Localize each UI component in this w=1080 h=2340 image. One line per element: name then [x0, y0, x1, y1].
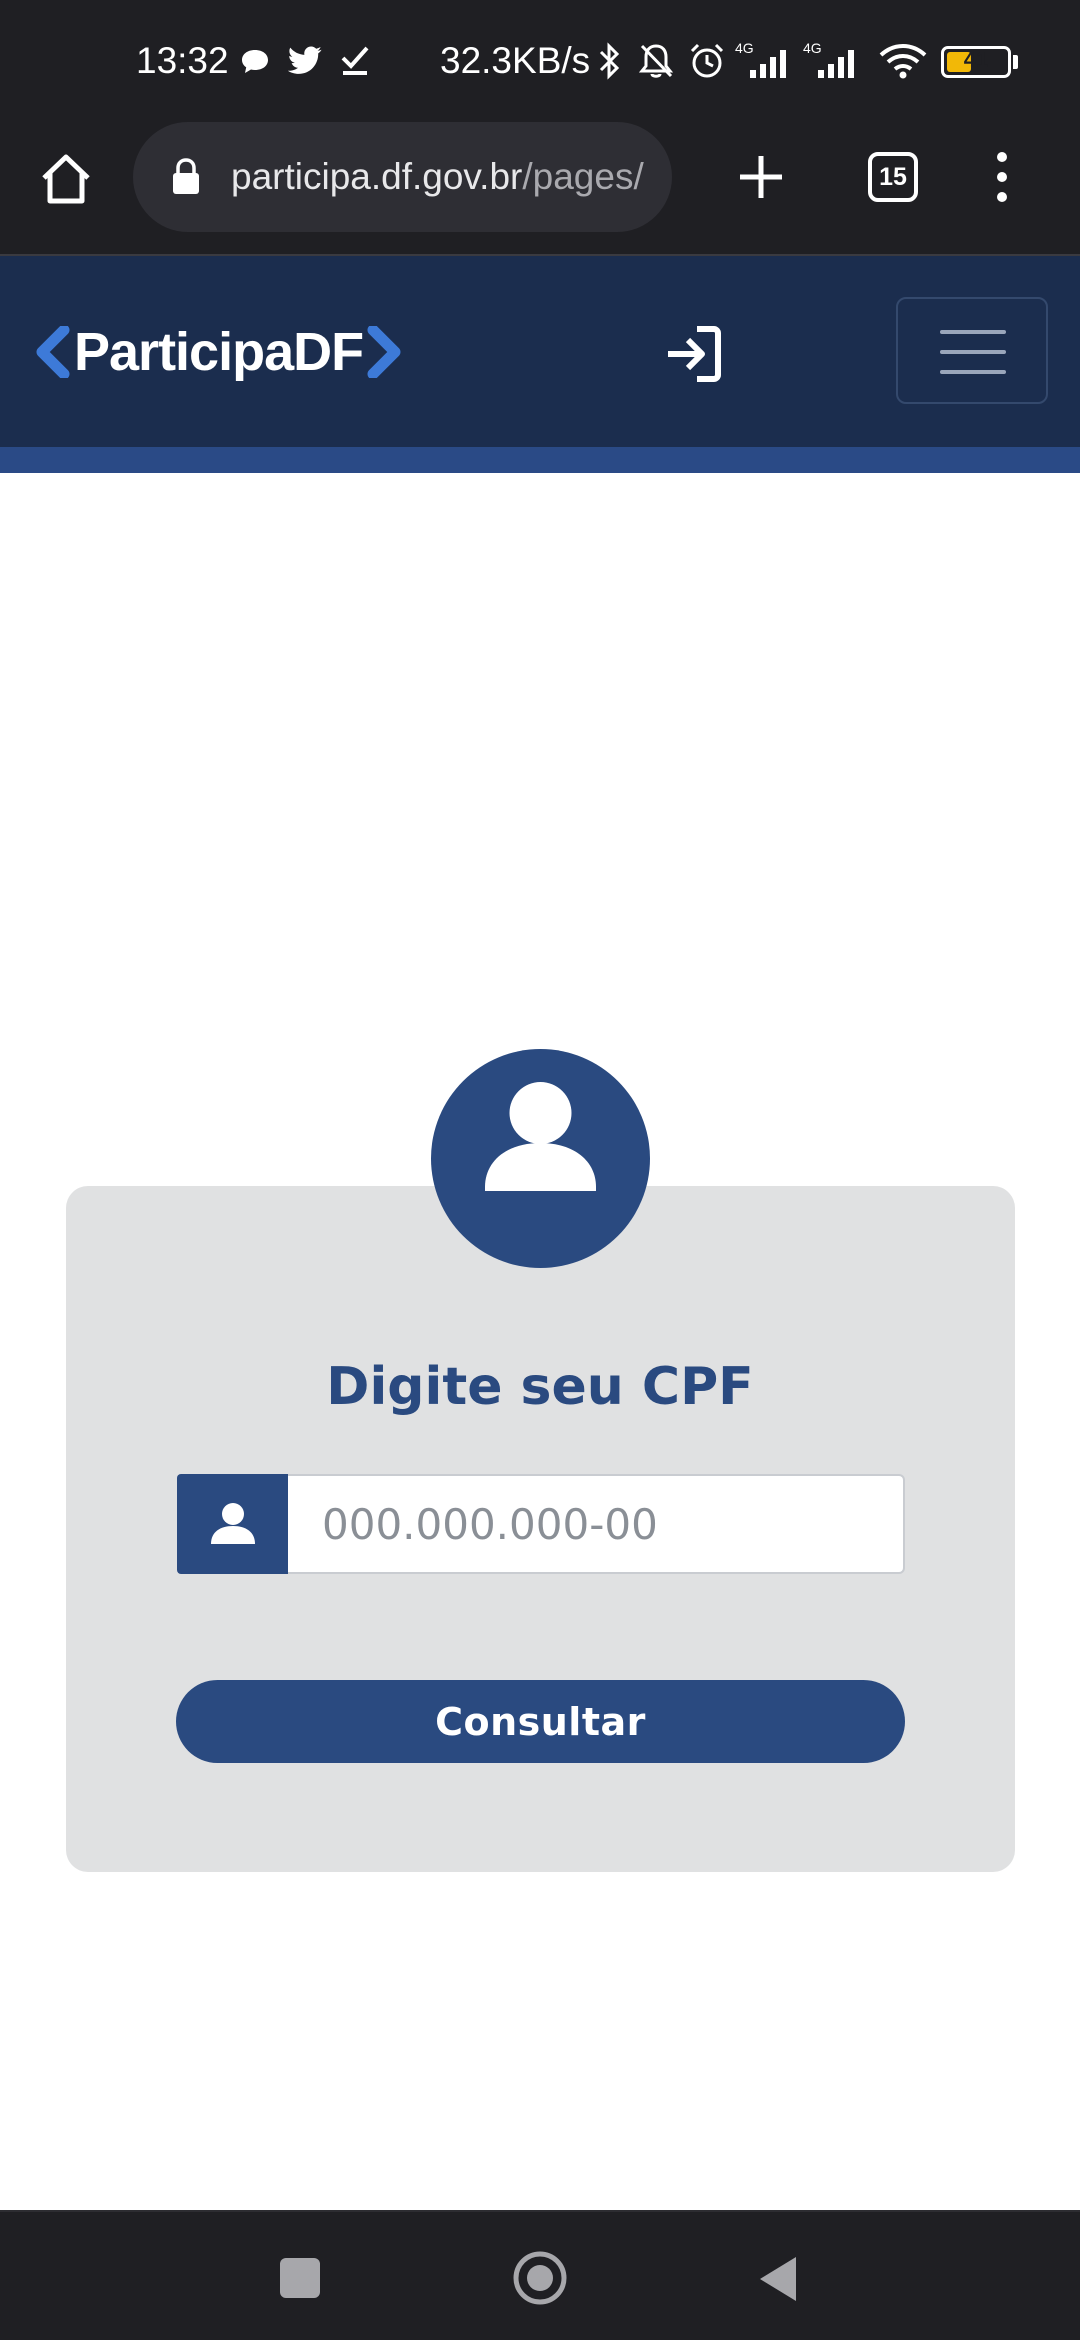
plus-icon[interactable] [736, 152, 786, 202]
recents-square-icon[interactable] [280, 2258, 320, 2298]
chevron-left-icon [36, 326, 70, 378]
battery-icon: 41 [941, 46, 1011, 78]
login-icon[interactable] [664, 325, 722, 383]
url-bar[interactable]: participa.df.gov.br/pages/ [133, 122, 672, 232]
network-speed: 32.3KB/s [440, 40, 591, 81]
user-icon [211, 1503, 255, 1544]
site-logo[interactable]: ParticipaDF [34, 316, 403, 388]
signal-4g-icon: 4G [803, 40, 854, 78]
svg-text:4G: 4G [803, 40, 822, 56]
url-text: participa.df.gov.br/pages/ [231, 156, 644, 198]
battery-cap [1013, 55, 1018, 69]
battery-level: 41 [963, 47, 989, 72]
hamburger-bar [940, 330, 1006, 334]
back-triangle-icon[interactable] [756, 2254, 800, 2304]
status-bar: 13:32 32.3KB/s 4G 4G 41 [0, 0, 1080, 122]
avatar [431, 1049, 650, 1268]
form-title: Digite seu CPF [326, 1357, 754, 1417]
tab-count: 15 [879, 163, 907, 191]
hamburger-bar [940, 370, 1006, 374]
check-icon [341, 46, 369, 75]
svg-text:4G: 4G [735, 40, 754, 56]
chevron-right-icon [367, 326, 401, 378]
hamburger-icon[interactable] [896, 297, 1048, 404]
tabs-icon[interactable]: 15 [868, 152, 918, 202]
cpf-addon [177, 1474, 288, 1574]
twitter-icon [287, 46, 322, 74]
hamburger-bar [940, 350, 1006, 354]
home-icon[interactable] [38, 152, 94, 206]
logo-text: ParticipaDF [74, 322, 364, 382]
browser-toolbar: participa.df.gov.br/pages/ 15 [0, 122, 1080, 256]
url-path: /pages/ [522, 156, 644, 197]
lock-icon [173, 158, 199, 194]
home-circle-icon[interactable] [510, 2248, 570, 2308]
bluetooth-icon [599, 42, 620, 80]
cpf-input[interactable] [288, 1474, 905, 1574]
android-nav-bar [0, 2210, 1080, 2340]
consultar-button[interactable]: Consultar [176, 1680, 905, 1763]
status-time: 13:32 [136, 40, 229, 81]
cpf-input-group [177, 1474, 905, 1574]
alarm-icon [690, 43, 724, 78]
bell-off-icon [638, 44, 674, 78]
user-icon [485, 1082, 596, 1191]
wifi-icon [879, 44, 927, 79]
kebab-menu-icon[interactable] [990, 149, 1014, 205]
url-domain: participa.df.gov.br [231, 156, 523, 197]
signal-4g-icon: 4G [735, 40, 786, 78]
header-stripe [0, 447, 1080, 473]
chat-bubble-icon [242, 50, 268, 73]
